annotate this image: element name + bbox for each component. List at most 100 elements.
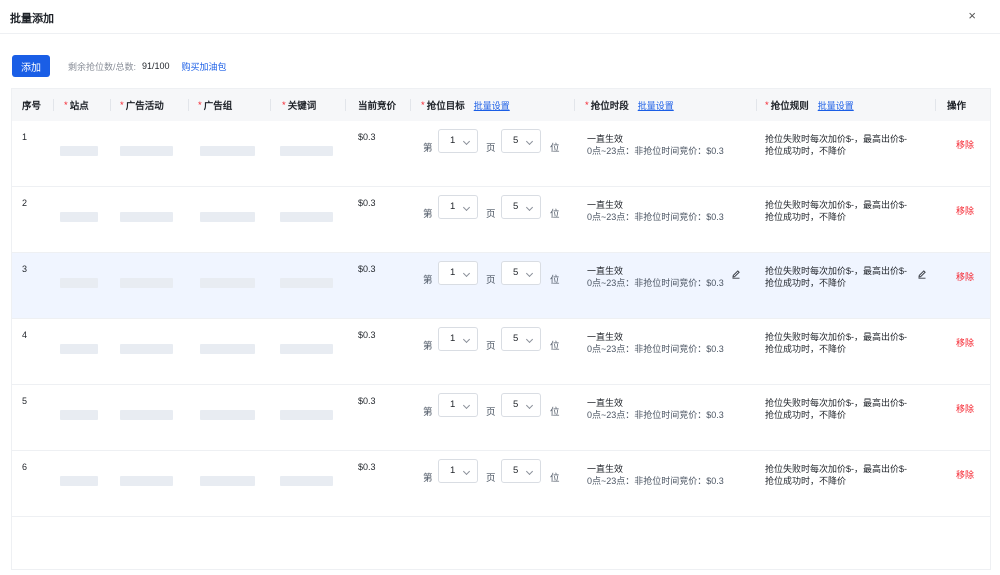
batch-set-target-link[interactable]: 批量设置 (474, 99, 510, 112)
table-row: 3 $0.3 第 1 页 5 位 一直生效 0点~23点：非抢位时间竞价：$0.… (12, 253, 990, 319)
buy-boost-pack-link[interactable]: 购买加油包 (182, 60, 227, 73)
page-prefix: 第 (423, 275, 433, 286)
position-select[interactable]: 5 (501, 393, 541, 417)
position-select[interactable]: 5 (501, 129, 541, 153)
chevron-down-icon (462, 467, 471, 476)
page-select[interactable]: 1 (438, 129, 478, 153)
col-header-index: 序号 (22, 101, 42, 112)
row-index: 3 (22, 264, 28, 274)
position-unit: 位 (550, 143, 560, 154)
period-desc: 0点~23点：非抢位时间竞价：$0.3 (587, 344, 724, 354)
ad-group-placeholder (200, 476, 255, 486)
site-placeholder (60, 476, 98, 486)
batch-set-period-link[interactable]: 批量设置 (638, 99, 674, 112)
ad-group-placeholder (200, 410, 255, 420)
pencil-icon[interactable] (917, 269, 927, 279)
period-desc: 0点~23点：非抢位时间竞价：$0.3 (587, 278, 724, 288)
campaign-placeholder (120, 344, 173, 354)
col-header-keyword: * 关键词 (282, 99, 317, 113)
quota-label: 剩余抢位数/总数: (68, 61, 137, 72)
modal-title: 批量添加 (10, 13, 54, 25)
chevron-down-icon (525, 269, 534, 278)
page-select[interactable]: 1 (438, 459, 478, 483)
keyword-placeholder (280, 212, 333, 222)
rule-text: 抢位成功时，不降价 (765, 278, 847, 288)
column-divider (410, 99, 411, 111)
row-index: 2 (22, 198, 28, 208)
chevron-down-icon (525, 467, 534, 476)
page-select[interactable]: 1 (438, 393, 478, 417)
batch-set-rule-link[interactable]: 批量设置 (818, 99, 854, 112)
row-index: 4 (22, 330, 28, 340)
column-divider (935, 99, 936, 111)
site-placeholder (60, 344, 98, 354)
remove-row-button[interactable]: 移除 (956, 468, 974, 481)
page-unit: 页 (486, 341, 496, 352)
remove-row-button[interactable]: 移除 (956, 402, 974, 415)
page-unit: 页 (486, 275, 496, 286)
column-divider (756, 99, 757, 111)
page-prefix: 第 (423, 473, 433, 484)
current-bid: $0.3 (358, 198, 376, 208)
current-bid: $0.3 (358, 264, 376, 274)
close-icon[interactable]: × (968, 9, 976, 23)
page-prefix: 第 (423, 341, 433, 352)
ad-group-placeholder (200, 278, 255, 288)
page-select[interactable]: 1 (438, 327, 478, 351)
rule-text: 抢位成功时，不降价 (765, 212, 847, 222)
period-desc: 0点~23点：非抢位时间竞价：$0.3 (587, 146, 724, 156)
page-unit: 页 (486, 143, 496, 154)
ad-group-placeholder (200, 344, 255, 354)
chevron-down-icon (462, 269, 471, 278)
col-header-rule: * 抢位规则 批量设置 (765, 99, 854, 113)
period-desc: 0点~23点：非抢位时间竞价：$0.3 (587, 476, 724, 486)
campaign-placeholder (120, 146, 173, 156)
remove-row-button[interactable]: 移除 (956, 336, 974, 349)
ad-group-placeholder (200, 212, 255, 222)
pencil-icon[interactable] (731, 269, 741, 279)
keyword-placeholder (280, 344, 333, 354)
keyword-placeholder (280, 410, 333, 420)
column-divider (110, 99, 111, 111)
chevron-down-icon (525, 401, 534, 410)
site-placeholder (60, 278, 98, 288)
period-desc: 0点~23点：非抢位时间竞价：$0.3 (587, 212, 724, 222)
table-row: 6 $0.3 第 1 页 5 位 一直生效 0点~23点：非抢位时间竞价：$0.… (12, 451, 990, 517)
position-select[interactable]: 5 (501, 261, 541, 285)
column-divider (345, 99, 346, 111)
batch-table: 序号 * 站点 * 广告活动 * 广告组 * 关键词 当前竞价 * 抢位目标 批量设置 * 抢… (11, 88, 991, 570)
position-select[interactable]: 5 (501, 459, 541, 483)
period-desc: 0点~23点：非抢位时间竞价：$0.3 (587, 410, 724, 420)
page-select[interactable]: 1 (438, 195, 478, 219)
keyword-placeholder (280, 146, 333, 156)
table-row: 5 $0.3 第 1 页 5 位 一直生效 0点~23点：非抢位时间竞价：$0.… (12, 385, 990, 451)
quota-value: 91/100 (142, 61, 170, 71)
current-bid: $0.3 (358, 462, 376, 472)
campaign-placeholder (120, 212, 173, 222)
campaign-placeholder (120, 278, 173, 288)
position-select[interactable]: 5 (501, 195, 541, 219)
site-placeholder (60, 212, 98, 222)
page-select[interactable]: 1 (438, 261, 478, 285)
page-prefix: 第 (423, 143, 433, 154)
column-divider (270, 99, 271, 111)
row-index: 6 (22, 462, 28, 472)
remove-row-button[interactable]: 移除 (956, 204, 974, 217)
keyword-placeholder (280, 278, 333, 288)
table-row: 4 $0.3 第 1 页 5 位 一直生效 0点~23点：非抢位时间竞价：$0.… (12, 319, 990, 385)
modal-header: 批量添加 × (0, 0, 1000, 34)
campaign-placeholder (120, 410, 173, 420)
add-button[interactable]: 添加 (12, 55, 50, 77)
chevron-down-icon (525, 335, 534, 344)
rule-text: 抢位成功时，不降价 (765, 146, 847, 156)
remove-row-button[interactable]: 移除 (956, 138, 974, 151)
page-prefix: 第 (423, 209, 433, 220)
page-prefix: 第 (423, 407, 433, 418)
rule-text: 抢位成功时，不降价 (765, 476, 847, 486)
chevron-down-icon (462, 137, 471, 146)
remove-row-button[interactable]: 移除 (956, 270, 974, 283)
position-unit: 位 (550, 341, 560, 352)
col-header-site: * 站点 (64, 99, 89, 113)
column-divider (53, 99, 54, 111)
position-select[interactable]: 5 (501, 327, 541, 351)
